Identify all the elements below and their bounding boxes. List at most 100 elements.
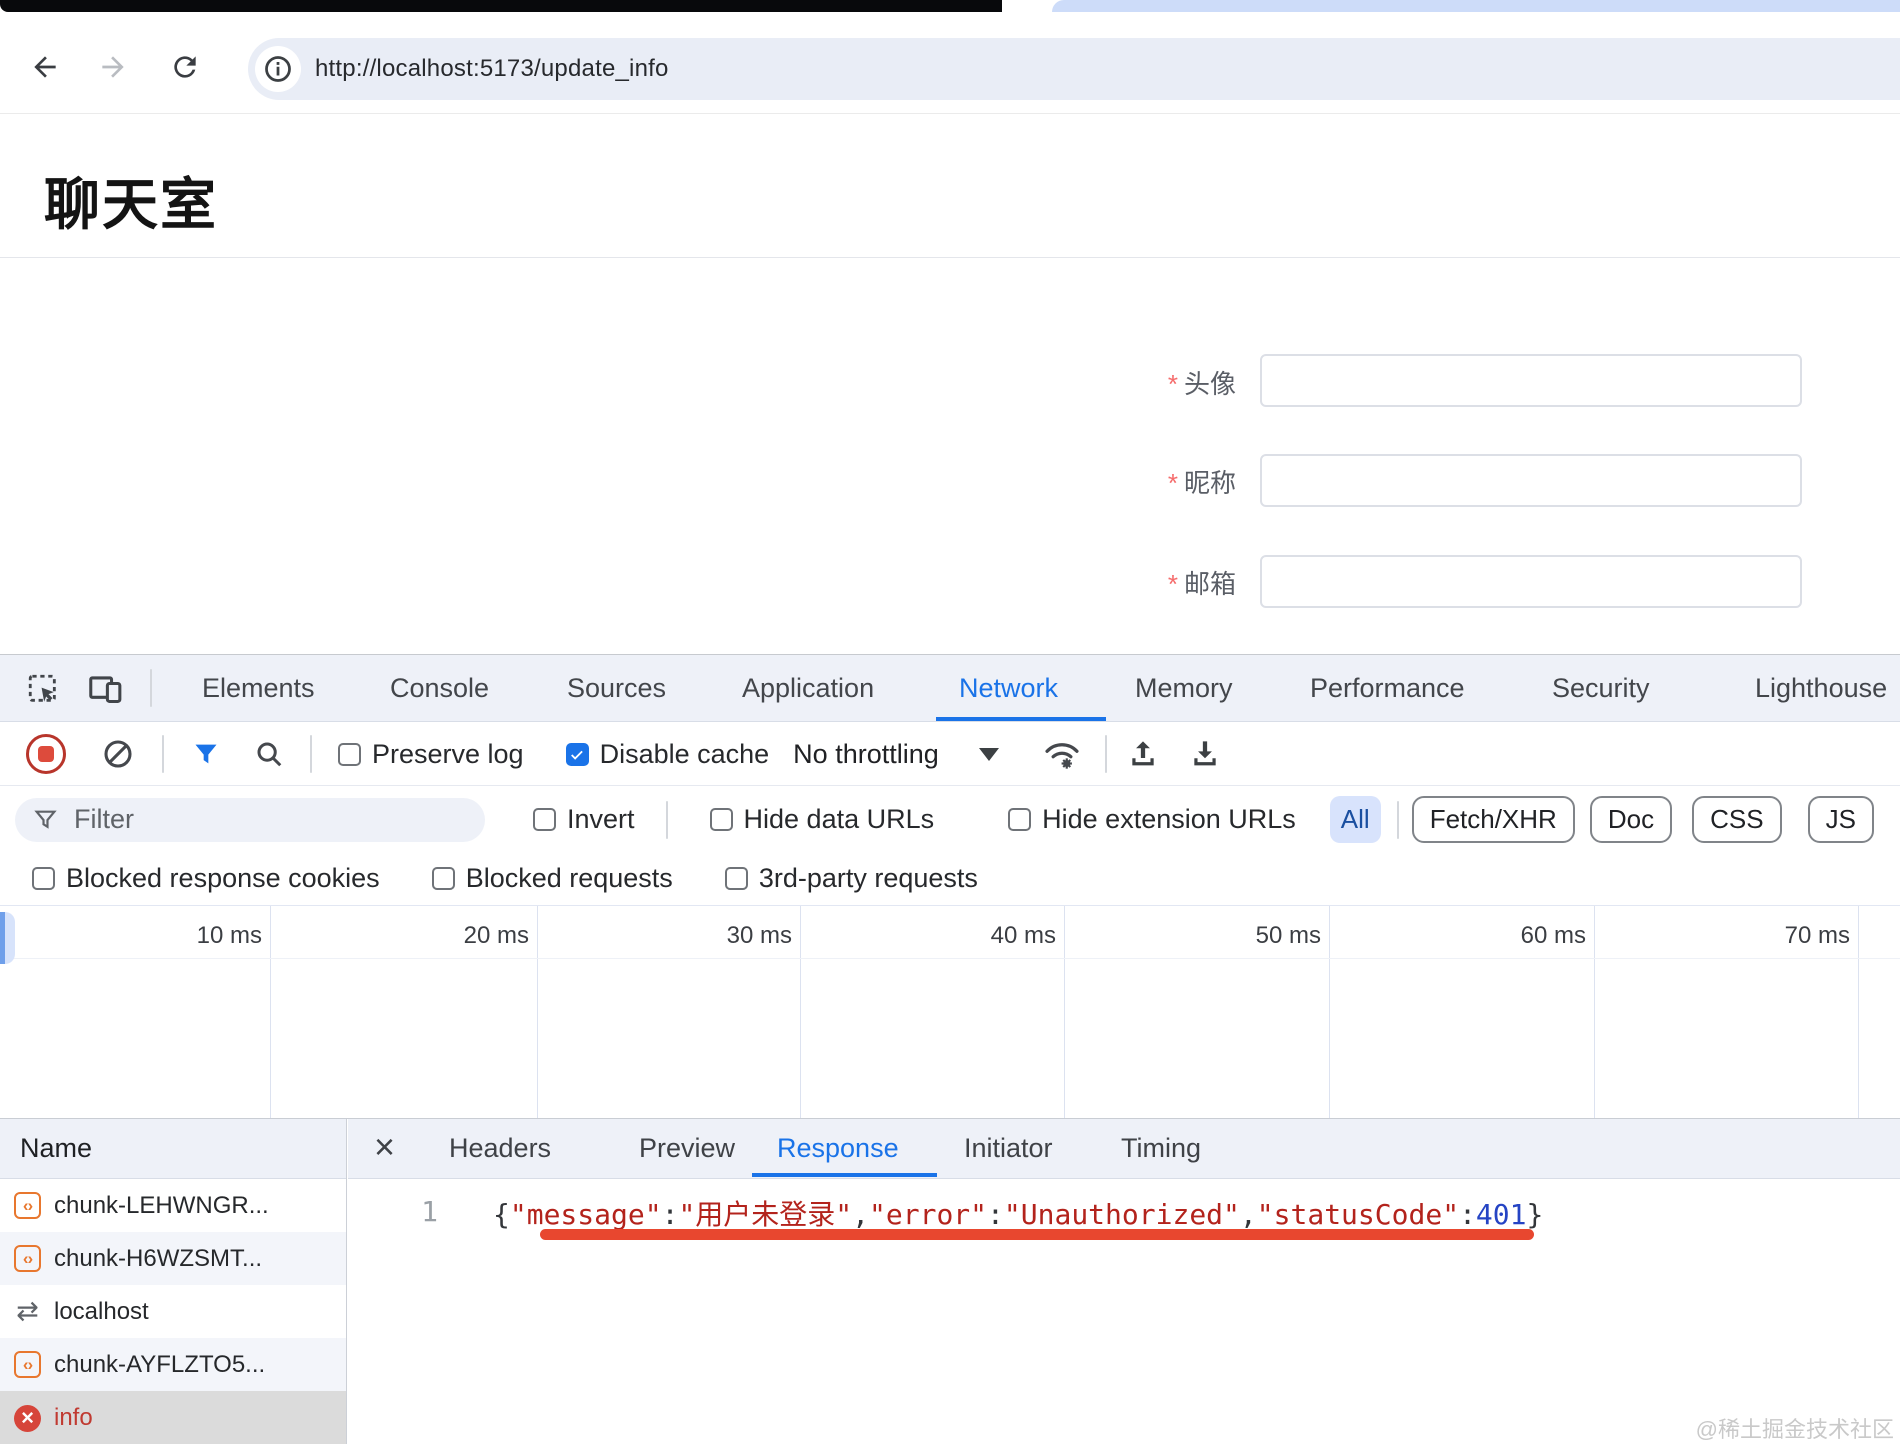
request-list-header[interactable]: Name [0,1119,346,1179]
timeline-tick: 50 ms [1255,922,1321,949]
filter-toggle-button[interactable] [192,740,220,768]
disable-cache-checkbox[interactable] [565,742,589,766]
funnel-icon [192,740,220,768]
request-row-selected[interactable]: × info [0,1391,346,1444]
request-row[interactable]: ‹› chunk-LEHWNGR... [0,1179,346,1232]
blocked-response-cookies-option[interactable]: Blocked response cookies [32,863,380,894]
request-row[interactable]: ‹› chunk-H6WZSMT... [0,1232,346,1285]
timeline-gridline [1594,906,1595,1118]
timeline-tick: 60 ms [1520,922,1586,949]
network-toolbar: Preserve log Disable cache No throttling [0,723,1900,786]
third-party-requests-label: 3rd-party requests [758,863,978,893]
tab-security[interactable]: Security [1552,655,1650,721]
device-toolbar-icon[interactable] [88,672,124,706]
hide-extension-urls-checkbox[interactable] [1008,808,1032,831]
tab-elements[interactable]: Elements [202,655,315,721]
hide-data-urls-checkbox[interactable] [709,808,733,831]
invert-option[interactable]: Invert [533,804,635,835]
reload-icon [169,51,201,83]
response-body: 1 {"message":"用户未登录","error":"Unauthoriz… [348,1179,1900,1444]
disable-cache-option[interactable]: Disable cache [565,739,769,770]
screenshot-root: http://localhost:5173/update_info 聊天室 * 头… [0,0,1900,1444]
preserve-log-label: Preserve log [372,738,524,769]
preserve-log-checkbox[interactable] [338,742,361,766]
avatar-input[interactable] [1260,354,1802,407]
toolbar-separator [310,735,312,773]
type-filter-fetch-xhr[interactable]: Fetch/XHR [1411,796,1575,843]
close-icon[interactable]: × [374,1119,395,1177]
hide-data-urls-option[interactable]: Hide data URLs [709,804,934,835]
detail-tab-preview[interactable]: Preview [639,1119,735,1177]
nickname-input[interactable] [1260,454,1802,507]
third-party-requests-checkbox[interactable] [724,867,748,890]
page-divider [0,257,1900,258]
network-detail-area: Name ‹› chunk-LEHWNGR... ‹› chunk-H6WZSM… [0,1118,1900,1444]
clear-network-log-button[interactable] [102,738,134,770]
site-info-chip[interactable] [255,46,301,92]
inspect-element-icon[interactable] [26,672,60,706]
type-filter-all[interactable]: All [1329,796,1381,843]
funnel-outline-icon [33,807,58,832]
detail-tab-response[interactable]: Response [777,1119,899,1177]
required-marker: * [1167,468,1178,498]
tab-performance[interactable]: Performance [1310,655,1465,721]
back-button[interactable] [28,50,62,84]
request-name: info [54,1404,93,1431]
address-bar[interactable]: http://localhost:5173/update_info [248,38,1900,100]
request-name: chunk-LEHWNGR... [54,1191,269,1219]
url-text: http://localhost:5173/update_info [315,55,669,82]
timeline-gridline [270,906,271,1118]
type-filter-css[interactable]: CSS [1692,796,1782,843]
type-filter-js[interactable]: JS [1807,796,1874,843]
timeline-gridline [1064,906,1065,1118]
hide-extension-urls-option[interactable]: Hide extension URLs [1008,804,1296,835]
timeline-gridline [1858,906,1859,1118]
response-detail-panel: × Headers Preview Response Initiator Tim… [348,1119,1900,1444]
back-arrow-icon [29,51,61,83]
type-filter-doc[interactable]: Doc [1589,796,1673,843]
tab-memory[interactable]: Memory [1135,655,1233,721]
tab-application[interactable]: Application [742,655,874,721]
detail-tab-headers[interactable]: Headers [449,1119,551,1177]
invert-checkbox[interactable] [533,808,556,831]
record-network-log-button[interactable] [26,734,66,774]
tab-console[interactable]: Console [390,655,489,721]
response-annotation-underline [540,1229,1534,1240]
timeline-tick: 40 ms [990,922,1056,949]
preserve-log-option[interactable]: Preserve log [338,739,524,770]
forward-button[interactable] [96,50,130,84]
script-file-icon: ‹› [14,1351,41,1378]
request-row[interactable]: ‹› chunk-AYFLZTO5... [0,1338,346,1391]
throttling-select[interactable]: No throttling [793,739,939,770]
tab-lighthouse[interactable]: Lighthouse [1755,655,1887,721]
network-conditions-button[interactable] [1043,737,1081,771]
chevron-down-icon[interactable] [978,747,999,761]
tab-sources[interactable]: Sources [567,655,666,721]
browser-tab[interactable] [1052,0,1900,12]
timeline-gridline [800,906,801,1118]
filter-pill[interactable] [15,797,485,842]
detail-tab-timing[interactable]: Timing [1121,1119,1201,1177]
filter-input[interactable] [72,803,466,836]
request-row[interactable]: ⇄ localhost [0,1285,346,1338]
network-filter-row: Invert Hide data URLs Hide extension URL… [0,787,1900,852]
toolbar-separator [162,735,164,773]
request-name: localhost [54,1297,149,1325]
detail-tabbar: × Headers Preview Response Initiator Tim… [348,1119,1900,1179]
email-input[interactable] [1260,555,1802,608]
timeline-selection-handle[interactable] [0,912,15,964]
tab-network[interactable]: Network [959,655,1058,721]
blocked-response-cookies-checkbox[interactable] [32,867,55,890]
detail-tab-initiator[interactable]: Initiator [964,1119,1053,1177]
import-har-button[interactable] [1127,738,1159,770]
export-har-button[interactable] [1189,738,1221,770]
third-party-requests-option[interactable]: 3rd-party requests [724,863,978,894]
reload-button[interactable] [168,50,202,84]
wifi-gear-icon [1043,737,1081,771]
blocked-requests-checkbox[interactable] [431,867,455,890]
blocked-requests-option[interactable]: Blocked requests [431,863,673,894]
search-icon [254,739,284,769]
script-file-icon: ‹› [14,1245,41,1272]
form-label-avatar: * 头像 [1167,369,1236,399]
search-button[interactable] [254,739,284,769]
